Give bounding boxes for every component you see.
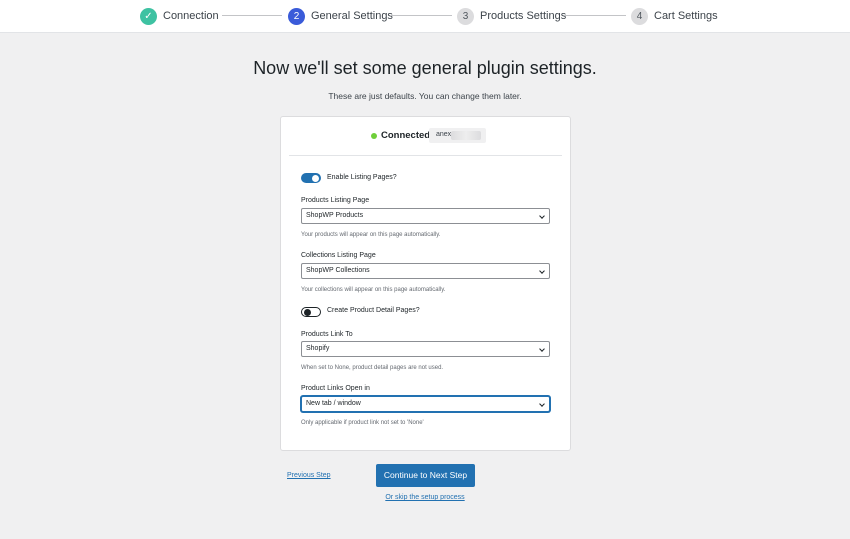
chevron-down-icon — [539, 346, 545, 352]
step-connection[interactable]: ✓ Connection — [140, 7, 219, 25]
chevron-down-icon — [539, 401, 545, 407]
collections-listing-help: Your collections will appear on this pag… — [301, 287, 446, 293]
setup-stepper: ✓ Connection 2 General Settings 3 Produc… — [0, 0, 850, 33]
products-link-to-help: When set to None, product detail pages a… — [301, 365, 444, 371]
step-label: General Settings — [311, 10, 393, 22]
products-listing-label: Products Listing Page — [301, 197, 370, 204]
continue-button[interactable]: Continue to Next Step — [376, 464, 475, 487]
products-listing-help: Your products will appear on this page a… — [301, 232, 441, 238]
step-products-settings[interactable]: 3 Products Settings — [457, 7, 566, 25]
enable-listing-toggle[interactable] — [301, 173, 321, 183]
store-domain-badge: anex — [429, 128, 486, 143]
store-domain-text: anex — [436, 131, 452, 138]
detail-pages-toggle[interactable] — [301, 307, 321, 317]
step-label: Products Settings — [480, 10, 567, 22]
links-open-in-label: Product Links Open in — [301, 385, 370, 392]
links-open-in-select[interactable]: New tab / window — [301, 396, 550, 412]
connection-status: Connected anex — [289, 117, 562, 156]
status-dot-icon — [371, 133, 377, 139]
products-listing-select[interactable]: ShopWP Products — [301, 208, 550, 224]
step-connector — [222, 15, 282, 16]
products-listing-value: ShopWP Products — [306, 212, 364, 219]
connection-status-label: Connected — [381, 130, 431, 141]
links-open-in-value: New tab / window — [306, 400, 361, 407]
step-connector — [565, 15, 626, 16]
collections-listing-value: ShopWP Collections — [306, 267, 370, 274]
step-connector — [390, 15, 452, 16]
toggle-knob — [312, 174, 319, 182]
redacted-blur — [451, 131, 481, 140]
links-open-in-help: Only applicable if product link not set … — [301, 420, 424, 426]
skip-setup-link[interactable]: Or skip the setup process — [0, 494, 850, 501]
products-link-to-value: Shopify — [306, 345, 330, 352]
chevron-down-icon — [539, 213, 545, 219]
step-number-badge: 2 — [288, 7, 305, 25]
step-cart-settings[interactable]: 4 Cart Settings — [631, 7, 718, 25]
detail-pages-label: Create Product Detail Pages? — [327, 307, 420, 314]
chevron-down-icon — [539, 268, 545, 274]
step-number-badge: 3 — [457, 7, 474, 25]
step-label: Cart Settings — [654, 10, 718, 22]
products-link-to-label: Products Link To — [301, 331, 353, 338]
step-label: Connection — [163, 10, 219, 22]
page-title: Now we'll set some general plugin settin… — [253, 58, 597, 78]
step-number-badge: 4 — [631, 7, 648, 25]
previous-step-link[interactable]: Previous Step — [287, 472, 331, 479]
collections-listing-label: Collections Listing Page — [301, 252, 376, 259]
collections-listing-select[interactable]: ShopWP Collections — [301, 263, 550, 279]
page-subtitle: These are just defaults. You can change … — [328, 91, 522, 101]
toggle-knob — [303, 308, 311, 316]
step-general-settings[interactable]: 2 General Settings — [288, 7, 393, 25]
checkmark-icon: ✓ — [140, 7, 157, 25]
enable-listing-label: Enable Listing Pages? — [327, 174, 397, 181]
products-link-to-select[interactable]: Shopify — [301, 341, 550, 357]
settings-card: Connected anex Enable Listing Pages? Pro… — [280, 116, 571, 451]
